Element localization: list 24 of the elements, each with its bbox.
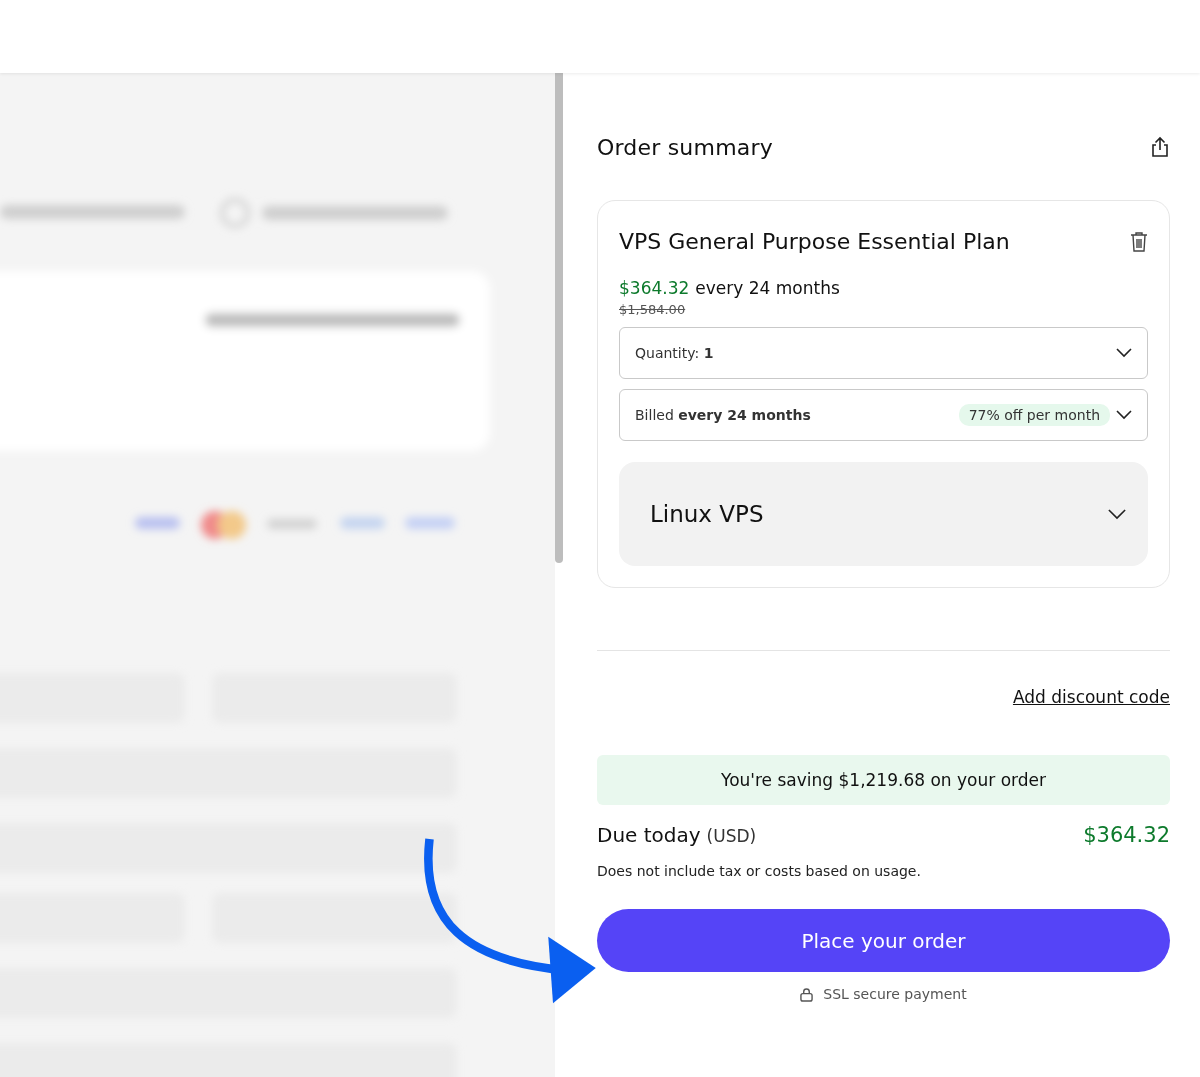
share-icon[interactable] xyxy=(1150,136,1170,158)
chevron-down-icon[interactable] xyxy=(1116,410,1132,420)
billing-period: every 24 months xyxy=(695,278,840,298)
chevron-icon[interactable] xyxy=(1108,508,1126,520)
plan-name: VPS General Purpose Essential Plan xyxy=(619,229,1010,254)
place-order-button[interactable]: Place your order xyxy=(597,909,1170,972)
addon-accordion[interactable]: Linux VPS xyxy=(619,462,1148,566)
discount-badge: 77% off per month xyxy=(958,404,1110,426)
currency-label: (USD) xyxy=(706,826,757,846)
scrollbar[interactable] xyxy=(555,73,563,563)
discount-code-link[interactable]: Add discount code xyxy=(1012,687,1170,707)
ssl-secure-text: SSL secure payment xyxy=(823,986,967,1002)
lock-icon xyxy=(800,986,814,1002)
savings-banner: You're saving $1,219.68 on your order xyxy=(597,755,1170,805)
due-today-label: Due today xyxy=(597,823,701,847)
tax-note: Does not include tax or costs based on usage. xyxy=(597,863,922,879)
chevron-down-icon[interactable] xyxy=(1116,348,1132,358)
plan-price: $364.32 xyxy=(619,278,690,298)
billing-dropdown[interactable]: Billed every 24 months 77% off per month xyxy=(619,389,1148,441)
order-summary-title: Order summary xyxy=(597,134,773,160)
original-price: $1,584.00 xyxy=(619,302,687,317)
trash-icon[interactable] xyxy=(1130,230,1148,253)
due-amount: $364.32 xyxy=(1083,823,1170,847)
quantity-dropdown[interactable]: Quantity: 1 xyxy=(619,327,1148,379)
